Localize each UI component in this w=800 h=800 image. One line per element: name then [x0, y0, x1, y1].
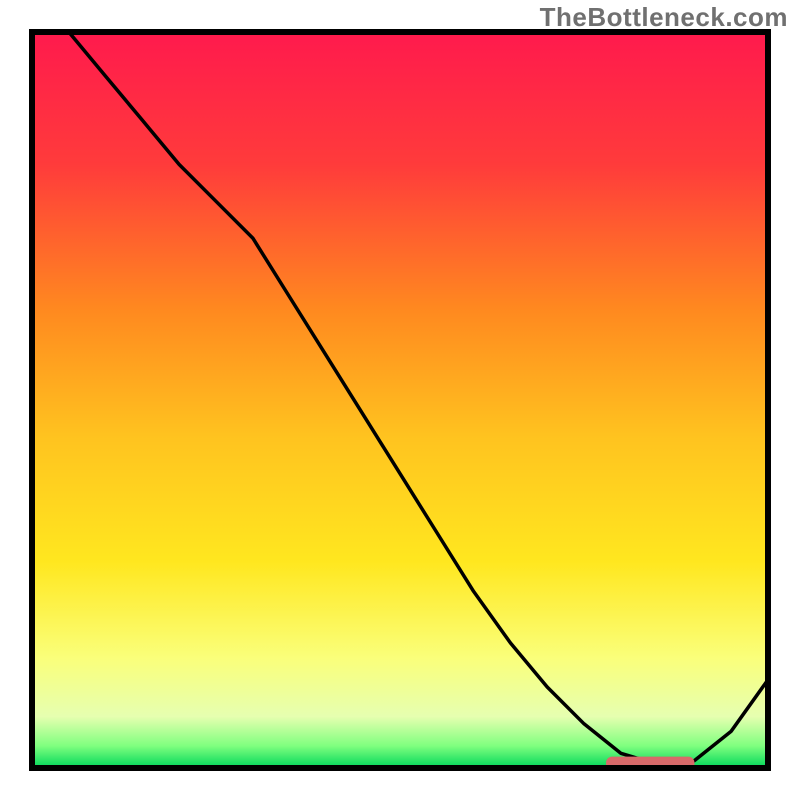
heat-background	[32, 32, 768, 768]
bottleneck-chart	[0, 0, 800, 800]
chart-stage: TheBottleneck.com	[0, 0, 800, 800]
watermark-text: TheBottleneck.com	[540, 2, 788, 33]
